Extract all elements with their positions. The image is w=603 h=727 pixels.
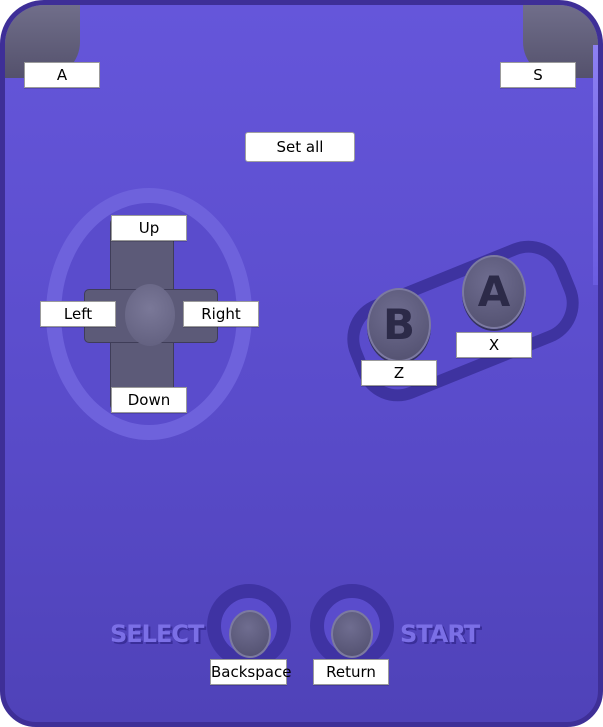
start-label: START	[400, 620, 480, 648]
start-button	[331, 610, 373, 658]
select-key-label[interactable]: Backspace	[210, 659, 291, 685]
dpad-left-key-label[interactable]: Left	[40, 301, 116, 327]
dpad-center	[125, 284, 175, 346]
left-shoulder-key-label[interactable]: A	[24, 62, 100, 88]
right-shoulder-key-label[interactable]: S	[500, 62, 576, 88]
select-label: SELECT	[110, 620, 204, 648]
a-button-key-label[interactable]: X	[456, 332, 532, 358]
dpad-down-key-label[interactable]: Down	[111, 387, 187, 413]
select-button	[229, 610, 271, 658]
start-key-label[interactable]: Return	[313, 659, 389, 685]
a-button: A	[462, 255, 526, 329]
dpad-up-key-label[interactable]: Up	[111, 215, 187, 241]
dpad-right-key-label[interactable]: Right	[183, 301, 259, 327]
b-button: B	[367, 288, 431, 362]
b-button-key-label[interactable]: Z	[361, 360, 437, 386]
set-all-button[interactable]: Set all	[245, 132, 355, 162]
